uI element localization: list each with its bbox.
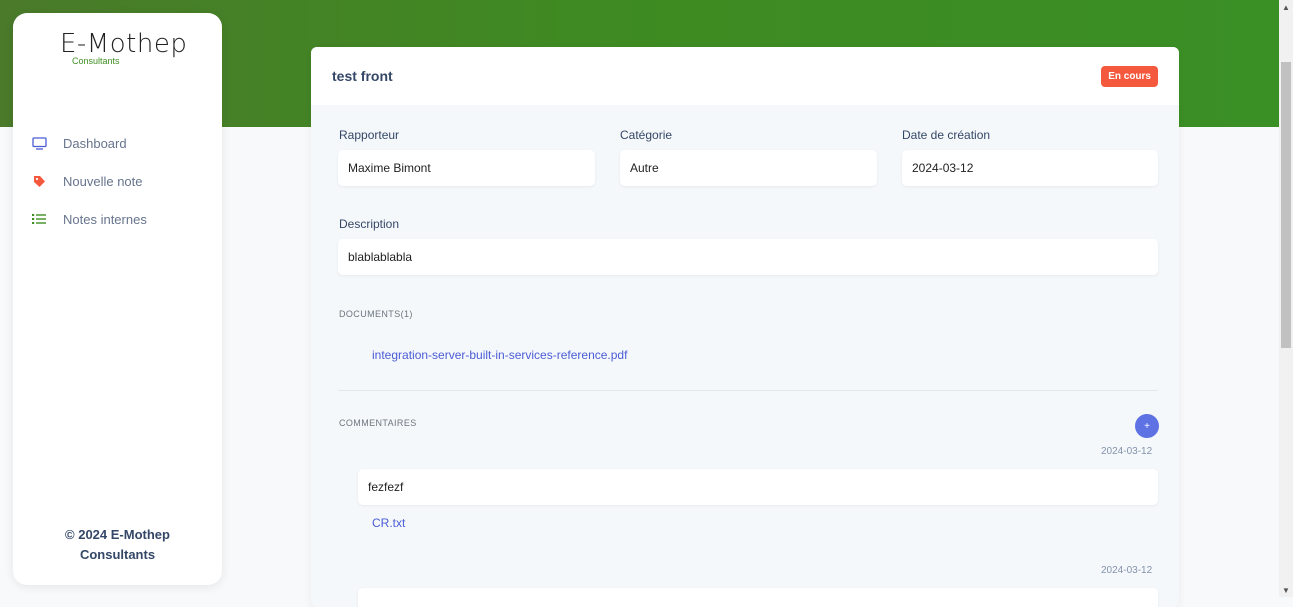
document-link[interactable]: integration-server-built-in-services-ref… bbox=[372, 348, 627, 362]
description-field[interactable]: blablablabla bbox=[338, 239, 1158, 275]
sidebar-footer: © 2024 E-Mothep Consultants bbox=[13, 525, 222, 565]
date-creation-label: Date de création bbox=[902, 128, 991, 142]
rapporteur-label: Rapporteur bbox=[339, 128, 400, 142]
sidebar-item-label: Nouvelle note bbox=[63, 173, 143, 189]
comment-date: 2024-03-12 bbox=[1101, 565, 1153, 576]
list-icon bbox=[31, 211, 47, 227]
comment-date: 2024-03-12 bbox=[1101, 446, 1153, 457]
documents-section-title: DOCUMENTS(1) bbox=[339, 309, 413, 319]
brand-logo[interactable]: E-Mothep Consultants bbox=[60, 30, 187, 66]
comment-text: fezfezf bbox=[358, 469, 1158, 505]
scroll-thumb[interactable] bbox=[1281, 62, 1291, 348]
scroll-up-icon[interactable]: ▲ bbox=[1279, 0, 1293, 14]
sidebar-item-nouvelle-note[interactable]: Nouvelle note bbox=[31, 162, 211, 200]
sidebar-item-dashboard[interactable]: Dashboard bbox=[31, 124, 211, 162]
tag-icon bbox=[31, 173, 47, 189]
categorie-label: Catégorie bbox=[620, 128, 673, 142]
comments-section-title: COMMENTAIRES bbox=[339, 418, 417, 428]
footer-company: Consultants bbox=[79, 547, 156, 562]
footer-copyright: © 2024 E-Mothep bbox=[65, 527, 170, 542]
note-title: test front bbox=[332, 68, 393, 84]
description-label: Description bbox=[339, 217, 400, 231]
sidebar-item-label: Notes internes bbox=[63, 211, 147, 227]
sidebar-item-label: Dashboard bbox=[63, 135, 127, 151]
page-scrollbar[interactable]: ▲ ▼ bbox=[1279, 0, 1293, 597]
sidebar: E-Mothep Consultants Dashboard Nouvelle … bbox=[13, 13, 222, 585]
comment-attachment-link[interactable]: CR.txt bbox=[372, 516, 405, 530]
categorie-field[interactable]: Autre bbox=[620, 150, 877, 186]
status-badge: En cours bbox=[1101, 65, 1158, 87]
add-comment-button[interactable]: + bbox=[1135, 414, 1159, 438]
brand-name: E-Mothep bbox=[60, 29, 188, 59]
monitor-icon bbox=[31, 135, 47, 151]
note-detail-card: test front En cours Rapporteur Maxime Bi… bbox=[311, 47, 1179, 607]
comment-text bbox=[358, 588, 1158, 607]
scroll-down-icon[interactable]: ▼ bbox=[1279, 583, 1293, 597]
section-divider bbox=[338, 390, 1158, 391]
sidebar-nav: Dashboard Nouvelle note Notes internes bbox=[31, 124, 211, 238]
sidebar-item-notes-internes[interactable]: Notes internes bbox=[31, 200, 211, 238]
rapporteur-field[interactable]: Maxime Bimont bbox=[338, 150, 595, 186]
date-creation-field[interactable]: 2024-03-12 bbox=[902, 150, 1158, 186]
card-header: test front En cours bbox=[311, 47, 1179, 105]
